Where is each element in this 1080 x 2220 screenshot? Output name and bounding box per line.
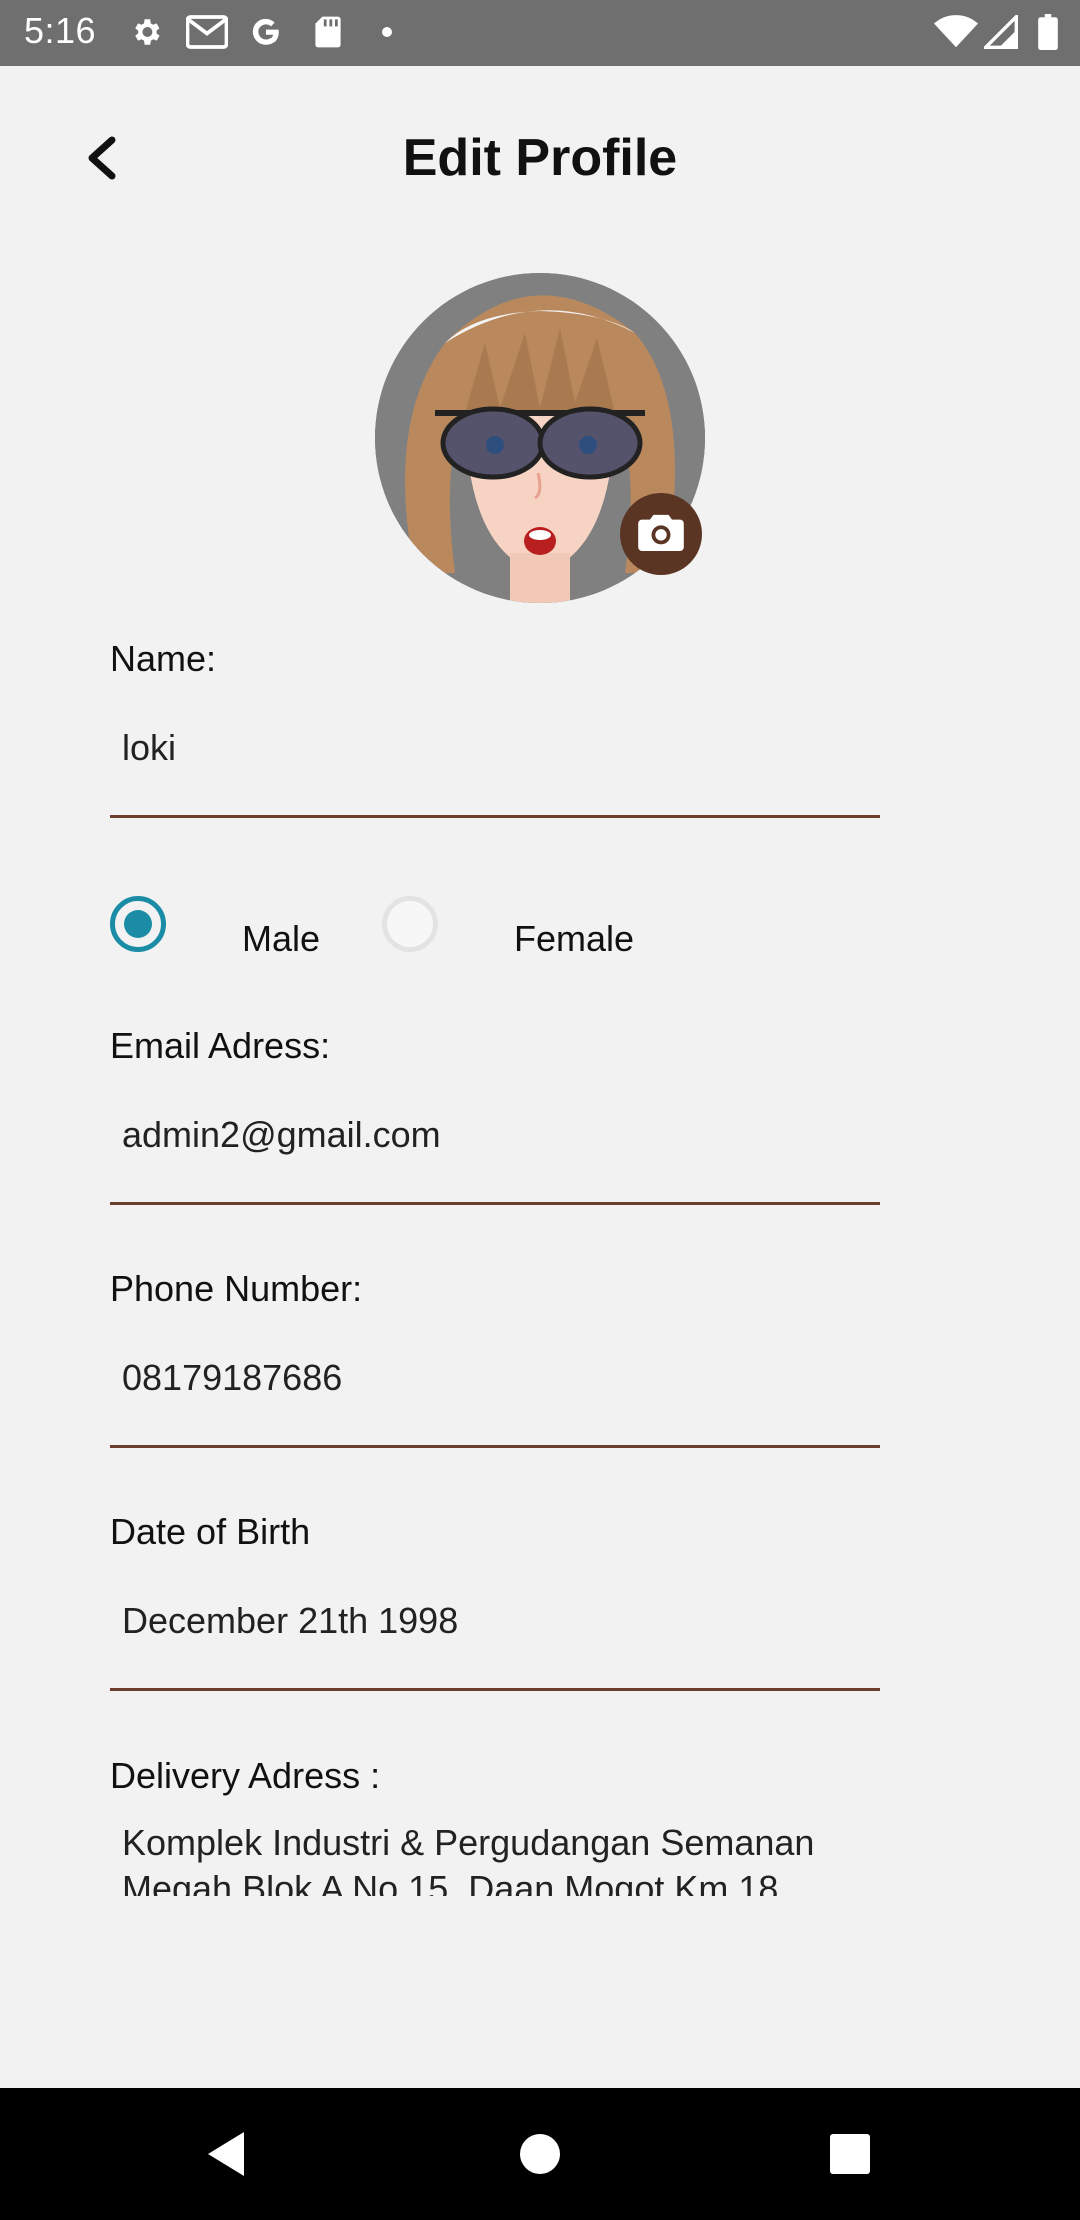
nav-recents-icon xyxy=(829,2133,871,2180)
address-input[interactable]: Komplek Industri & Pergudangan Semanan M… xyxy=(110,1820,910,1896)
phone-input[interactable]: 08179187686 xyxy=(110,1348,880,1448)
dob-input[interactable]: December 21th 1998 xyxy=(110,1591,880,1691)
phone-label: Phone Number: xyxy=(110,1268,363,1309)
gender-radio-male[interactable] xyxy=(110,896,166,952)
nav-home-icon xyxy=(518,2132,562,2181)
gender-label-male: Male xyxy=(242,918,321,959)
avatar-container xyxy=(375,273,705,603)
dot-icon xyxy=(380,14,394,50)
signal-icon xyxy=(984,14,1018,50)
gender-radio-female[interactable] xyxy=(382,896,438,952)
battery-icon xyxy=(1036,14,1060,50)
google-icon xyxy=(248,14,284,50)
dob-label: Date of Birth xyxy=(110,1511,311,1552)
nav-home-button[interactable] xyxy=(512,2128,568,2184)
page-title: Edit Profile xyxy=(402,129,678,187)
nav-back-icon xyxy=(204,2130,248,2183)
wifi-icon xyxy=(934,14,978,50)
gender-label-female: Female xyxy=(514,918,635,959)
change-photo-button[interactable] xyxy=(620,493,702,575)
status-bar: 5:16 xyxy=(0,0,1080,66)
gmail-icon xyxy=(186,14,228,50)
status-time: 5:16 xyxy=(24,10,97,51)
address-label: Delivery Adress : xyxy=(110,1755,381,1796)
name-input[interactable]: loki xyxy=(110,718,880,818)
email-input[interactable]: admin2@gmail.com xyxy=(110,1105,880,1205)
system-nav-bar xyxy=(0,2088,1080,2220)
nav-back-button[interactable] xyxy=(198,2128,254,2184)
camera-icon xyxy=(638,513,684,556)
sd-card-icon xyxy=(312,14,344,50)
gear-icon xyxy=(128,14,164,50)
app-header: Edit Profile xyxy=(0,66,1080,256)
nav-recents-button[interactable] xyxy=(822,2128,878,2184)
name-label: Name: xyxy=(110,638,217,679)
email-label: Email Adress: xyxy=(110,1025,331,1066)
